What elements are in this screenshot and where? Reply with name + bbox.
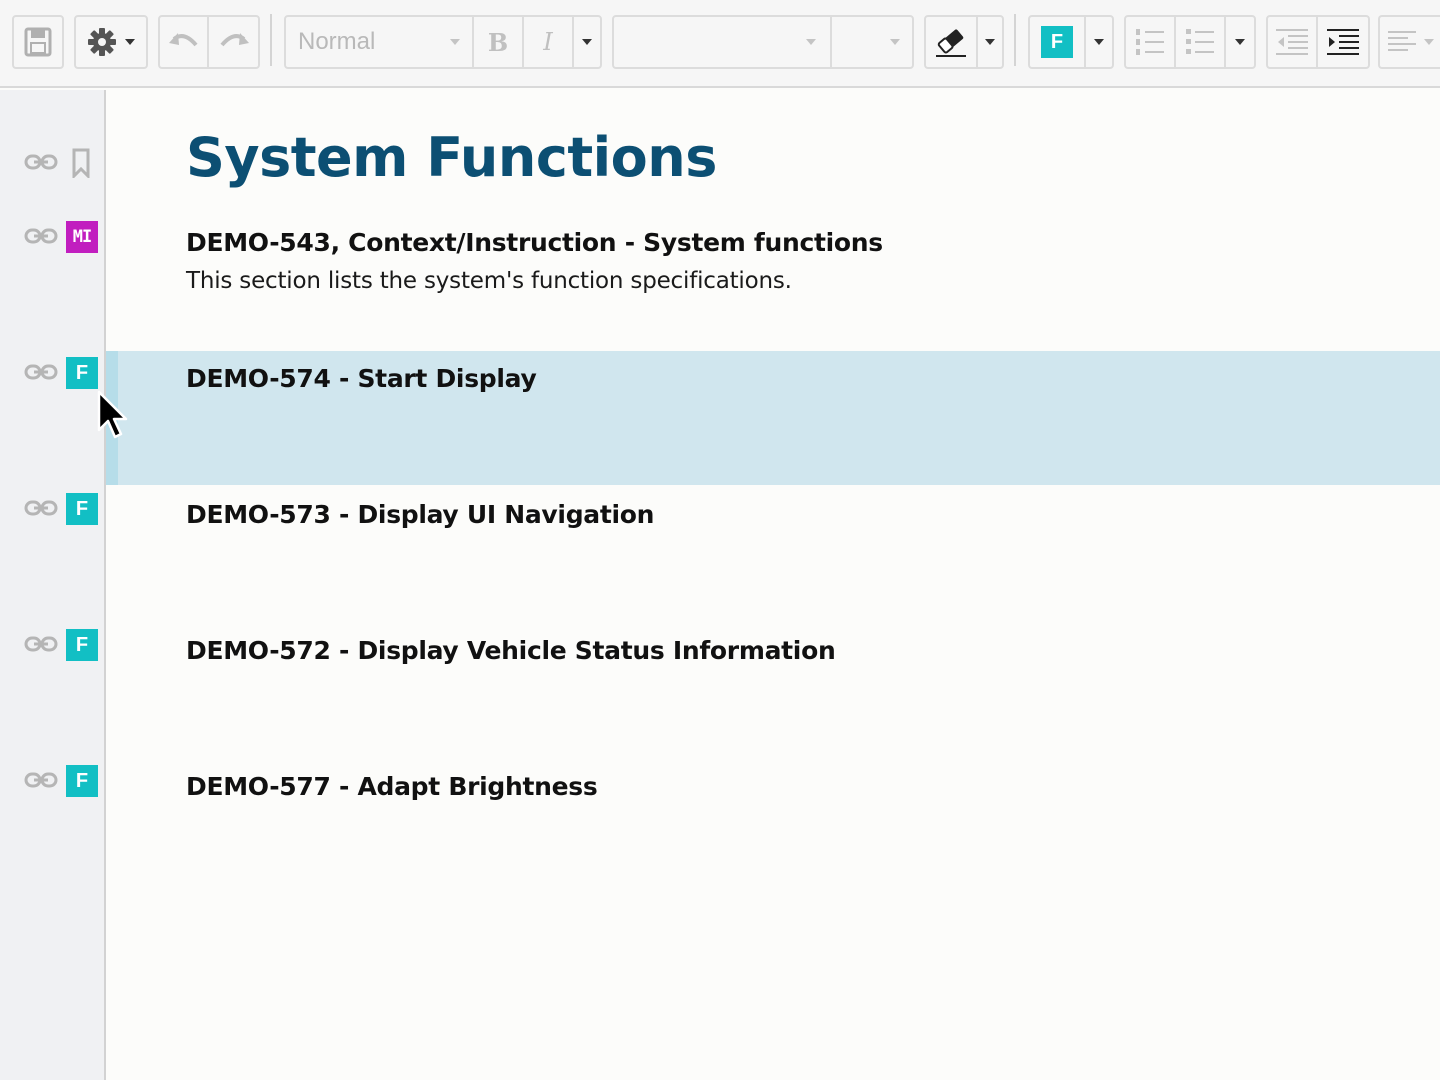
chevron-down-icon — [450, 39, 460, 45]
chevron-down-icon — [806, 39, 816, 45]
save-icon — [24, 27, 52, 57]
numbered-list-icon — [1136, 29, 1164, 55]
toolbar-separator — [1014, 14, 1016, 66]
align-button[interactable] — [1380, 17, 1440, 67]
chevron-down-icon — [985, 39, 995, 45]
editor-toolbar: Normal B I F — [0, 0, 1440, 88]
eraser-icon — [936, 29, 966, 57]
save-group — [12, 15, 64, 69]
function-type-icon[interactable]: F — [66, 629, 98, 661]
link-icon[interactable] — [24, 153, 58, 171]
numbered-list-button[interactable] — [1126, 17, 1176, 67]
link-icon[interactable] — [24, 499, 58, 517]
indent-icon — [1327, 29, 1359, 55]
settings-group — [74, 15, 148, 69]
item-heading[interactable]: DEMO-577 - Adapt Brightness — [186, 772, 598, 801]
outdent-icon — [1276, 29, 1308, 55]
insert-function-item-button[interactable]: F — [1030, 17, 1086, 67]
bullet-list-button[interactable] — [1176, 17, 1226, 67]
outdent-button[interactable] — [1268, 17, 1318, 67]
undo-icon — [168, 33, 198, 47]
more-format-button[interactable] — [574, 17, 600, 67]
toolbar-separator — [270, 14, 272, 66]
chevron-down-icon — [1094, 39, 1104, 45]
link-icon[interactable] — [24, 363, 58, 381]
gear-icon — [88, 28, 116, 56]
chevron-down-icon — [1424, 39, 1434, 45]
context-instruction-type-icon[interactable]: MI — [66, 221, 98, 253]
item-heading[interactable]: DEMO-574 - Start Display — [186, 364, 537, 393]
page-title[interactable]: System Functions — [186, 126, 717, 189]
function-type-icon: F — [1041, 26, 1073, 58]
chevron-down-icon — [1235, 39, 1245, 45]
italic-button[interactable]: I — [524, 17, 574, 67]
insert-item-type-dropdown[interactable] — [1086, 17, 1112, 67]
link-icon[interactable] — [24, 227, 58, 245]
bookmark-icon[interactable] — [72, 148, 90, 178]
paragraph-style-select[interactable]: Normal — [286, 17, 474, 67]
paragraph-style-value: Normal — [298, 28, 376, 55]
insert-item-group: F — [1028, 15, 1114, 69]
list-options-dropdown[interactable] — [1226, 17, 1254, 67]
clear-format-more-button[interactable] — [978, 17, 1002, 67]
chevron-down-icon — [125, 39, 135, 45]
item-heading[interactable]: DEMO-543, Context/Instruction - System f… — [186, 228, 883, 257]
format-group: Normal B I — [284, 15, 602, 69]
function-type-icon[interactable]: F — [66, 765, 98, 797]
clear-format-group — [924, 15, 1004, 69]
indent-group — [1266, 15, 1370, 69]
item-heading[interactable]: DEMO-573 - Display UI Navigation — [186, 500, 654, 529]
font-size-select[interactable] — [832, 17, 912, 67]
item-heading[interactable]: DEMO-572 - Display Vehicle Status Inform… — [186, 636, 836, 665]
mouse-cursor-icon — [97, 390, 128, 439]
redo-icon — [219, 33, 249, 47]
function-type-icon[interactable]: F — [66, 493, 98, 525]
undo-button[interactable] — [160, 17, 210, 67]
settings-button[interactable] — [76, 17, 146, 67]
font-family-select[interactable] — [614, 17, 832, 67]
bullet-list-icon — [1186, 29, 1214, 54]
link-icon[interactable] — [24, 771, 58, 789]
item-description[interactable]: This section lists the system's function… — [186, 268, 792, 294]
align-left-icon — [1388, 31, 1416, 51]
align-group — [1378, 15, 1440, 69]
function-type-icon[interactable]: F — [66, 357, 98, 389]
indent-button[interactable] — [1318, 17, 1368, 67]
font-group — [612, 15, 914, 69]
bold-button[interactable]: B — [474, 17, 524, 67]
list-group — [1124, 15, 1256, 69]
chevron-down-icon — [890, 39, 900, 45]
clear-formatting-button[interactable] — [926, 17, 978, 67]
history-group — [158, 15, 260, 69]
link-icon[interactable] — [24, 635, 58, 653]
save-button[interactable] — [14, 17, 62, 67]
redo-button[interactable] — [209, 17, 258, 67]
chevron-down-icon — [582, 39, 592, 45]
